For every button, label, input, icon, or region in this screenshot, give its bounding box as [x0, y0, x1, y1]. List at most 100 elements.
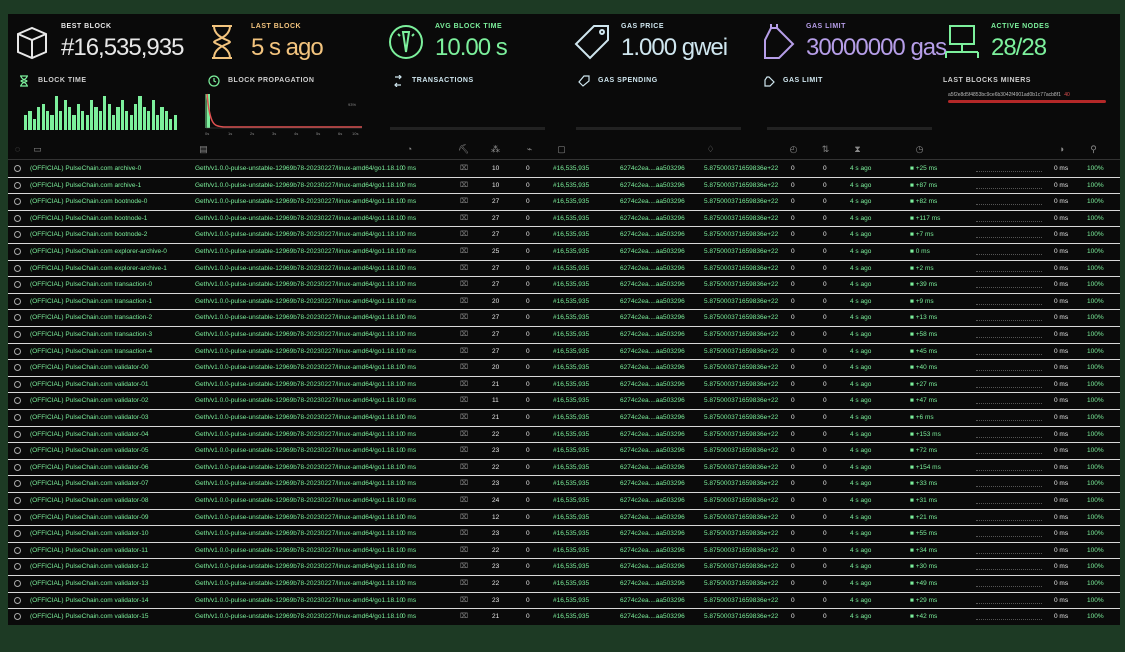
node-uncles: 0 [791, 181, 795, 189]
table-row[interactable]: (OFFICIAL) PulseChain.com validator-05 Ge… [8, 443, 1120, 460]
table-row[interactable]: (OFFICIAL) PulseChain.com validator-08 Ge… [8, 493, 1120, 510]
table-row[interactable]: (OFFICIAL) PulseChain.com validator-02 Ge… [8, 393, 1120, 410]
table-row[interactable]: (OFFICIAL) PulseChain.com validator-09 Ge… [8, 510, 1120, 527]
node-latency: 0 ms [402, 264, 417, 272]
table-header: ◌ ▭ ▤ ◔ ⛏ ⁂ ⌁ ▢ ♢ ◴ ⇅ ⧗ ◷ ◑ ⚲ [8, 140, 1120, 160]
table-row[interactable]: (OFFICIAL) PulseChain.com validator-11 Ge… [8, 543, 1120, 560]
transactions-icon[interactable]: ⇅ [820, 144, 831, 155]
node-name: (OFFICIAL) PulseChain.com validator-04 [30, 430, 149, 438]
node-uptime: 100% [1087, 463, 1104, 471]
block-time-bar [41, 103, 45, 130]
stat-active-nodes: ACTIVE NODES 28/28 [938, 14, 1118, 72]
table-row[interactable]: (OFFICIAL) PulseChain.com validator-00 Ge… [8, 360, 1120, 377]
node-uptime: 100% [1087, 248, 1104, 255]
node-transactions: 0 [823, 181, 827, 189]
table-row[interactable]: (OFFICIAL) PulseChain.com bootnode-0 Geth… [8, 194, 1120, 211]
node-transactions: 0 [823, 414, 827, 421]
table-row[interactable]: (OFFICIAL) PulseChain.com bootnode-2 Geth… [8, 227, 1120, 244]
node-block: #16,535,935 [553, 497, 590, 504]
table-row[interactable]: (OFFICIAL) PulseChain.com validator-07 Ge… [8, 476, 1120, 493]
node-difficulty: 5.875000371659836e+22 [704, 430, 779, 438]
propagation-icon[interactable]: ◷ [914, 144, 925, 155]
table-row[interactable]: (OFFICIAL) PulseChain.com archive-1 Geth/… [8, 178, 1120, 195]
status-indicator [14, 281, 21, 289]
node-uncles: 0 [791, 380, 795, 388]
block-time-bar [54, 96, 58, 130]
mining-status-icon: ⌧ [460, 264, 469, 272]
node-difficulty: 5.875000371659836e+22 [704, 297, 779, 305]
node-block-age: 4 s ago [850, 364, 872, 372]
table-row[interactable]: (OFFICIAL) PulseChain.com validator-06 Ge… [8, 460, 1120, 477]
table-row[interactable]: (OFFICIAL) PulseChain.com validator-03 Ge… [8, 410, 1120, 427]
client-icon[interactable]: ▤ [198, 144, 209, 155]
table-row[interactable]: (OFFICIAL) PulseChain.com validator-14 Ge… [8, 593, 1120, 610]
propagation-percent: 93% [348, 102, 356, 107]
node-client: Geth/v1.0.0-pulse-unstable-12969b78-2023… [195, 463, 404, 471]
node-name-icon[interactable]: ▭ [32, 144, 43, 155]
node-propagation: ■ +33 ms [910, 480, 938, 488]
node-propagation: ■ +27 ms [910, 380, 938, 388]
node-block-hash: 6274c2ea....aa503296 [620, 397, 685, 405]
node-transactions: 0 [823, 198, 827, 206]
block-time-bar [28, 111, 32, 130]
node-uptime: 100% [1087, 414, 1104, 421]
table-row[interactable]: (OFFICIAL) PulseChain.com transaction-0 G… [8, 277, 1120, 294]
node-name: (OFFICIAL) PulseChain.com explorer-archi… [30, 248, 167, 255]
table-row[interactable]: (OFFICIAL) PulseChain.com validator-04 Ge… [8, 427, 1120, 444]
node-pending: 0 [526, 497, 530, 504]
node-last-latency: 0 ms [1054, 513, 1069, 521]
hourglass-icon[interactable]: ⧗ [852, 144, 863, 155]
propagation-sparkline [976, 353, 1042, 355]
table-row[interactable]: (OFFICIAL) PulseChain.com validator-15 Ge… [8, 609, 1120, 625]
table-row[interactable]: (OFFICIAL) PulseChain.com transaction-3 G… [8, 327, 1120, 344]
node-block-hash: 6274c2ea....aa503296 [620, 596, 685, 604]
stat-value: #16,535,935 [61, 34, 184, 61]
table-row[interactable]: (OFFICIAL) PulseChain.com archive-0 Geth/… [8, 161, 1120, 178]
table-row[interactable]: (OFFICIAL) PulseChain.com validator-12 Ge… [8, 559, 1120, 576]
peers-icon[interactable]: ⁂ [490, 144, 501, 155]
table-row[interactable]: (OFFICIAL) PulseChain.com transaction-1 G… [8, 294, 1120, 311]
stats-bar: BEST BLOCK #16,535,935 LAST BLOCK 5 s ag… [8, 14, 1120, 72]
latency-icon[interactable]: ◔ [404, 144, 415, 155]
node-pending: 0 [526, 397, 530, 405]
table-row[interactable]: (OFFICIAL) PulseChain.com transaction-2 G… [8, 310, 1120, 327]
node-block-age: 4 s ago [850, 297, 872, 305]
table-row[interactable]: (OFFICIAL) PulseChain.com transaction-4 G… [8, 344, 1120, 361]
node-difficulty: 5.875000371659836e+22 [704, 198, 779, 206]
block-icon[interactable]: ▢ [556, 144, 567, 155]
table-row[interactable]: (OFFICIAL) PulseChain.com validator-13 Ge… [8, 576, 1120, 593]
pending-icon[interactable]: ⌁ [524, 144, 535, 155]
node-uncles: 0 [791, 414, 795, 421]
status-indicator [14, 397, 21, 405]
node-pending: 0 [526, 530, 530, 538]
table-row[interactable]: (OFFICIAL) PulseChain.com bootnode-1 Geth… [8, 211, 1120, 228]
node-latency: 0 ms [402, 198, 417, 206]
status-icon[interactable]: ◌ [12, 144, 23, 155]
table-row[interactable]: (OFFICIAL) PulseChain.com validator-10 Ge… [8, 526, 1120, 543]
node-client: Geth/v1.0.0-pulse-unstable-12969b78-2023… [195, 596, 404, 604]
node-pending: 0 [526, 347, 530, 355]
node-difficulty: 5.875000371659836e+22 [704, 380, 779, 388]
uncle-icon[interactable]: ◴ [788, 144, 799, 155]
table-row[interactable]: (OFFICIAL) PulseChain.com explorer-archi… [8, 244, 1120, 261]
difficulty-icon[interactable]: ♢ [705, 144, 716, 155]
uptime-icon[interactable]: ⚲ [1088, 144, 1099, 155]
node-block-age: 4 s ago [850, 231, 872, 239]
last-seen-icon[interactable]: ◑ [1056, 144, 1067, 155]
table-row[interactable]: (OFFICIAL) PulseChain.com explorer-archi… [8, 261, 1120, 278]
hourglass-icon [20, 75, 28, 87]
propagation-sparkline [976, 237, 1042, 239]
node-block-age: 4 s ago [850, 447, 872, 455]
propagation-sparkline [976, 254, 1042, 255]
node-last-latency: 0 ms [1054, 331, 1069, 338]
status-indicator [14, 297, 21, 305]
node-client: Geth/v1.0.0-pulse-unstable-12969b78-2023… [195, 546, 404, 554]
node-transactions: 0 [823, 214, 827, 222]
node-transactions: 0 [823, 613, 827, 621]
node-transactions: 0 [823, 397, 827, 405]
node-transactions: 0 [823, 463, 827, 471]
stat-label: GAS LIMIT [806, 23, 846, 30]
mining-icon[interactable]: ⛏ [458, 144, 469, 155]
table-row[interactable]: (OFFICIAL) PulseChain.com validator-01 Ge… [8, 377, 1120, 394]
node-block-age: 4 s ago [850, 314, 872, 322]
